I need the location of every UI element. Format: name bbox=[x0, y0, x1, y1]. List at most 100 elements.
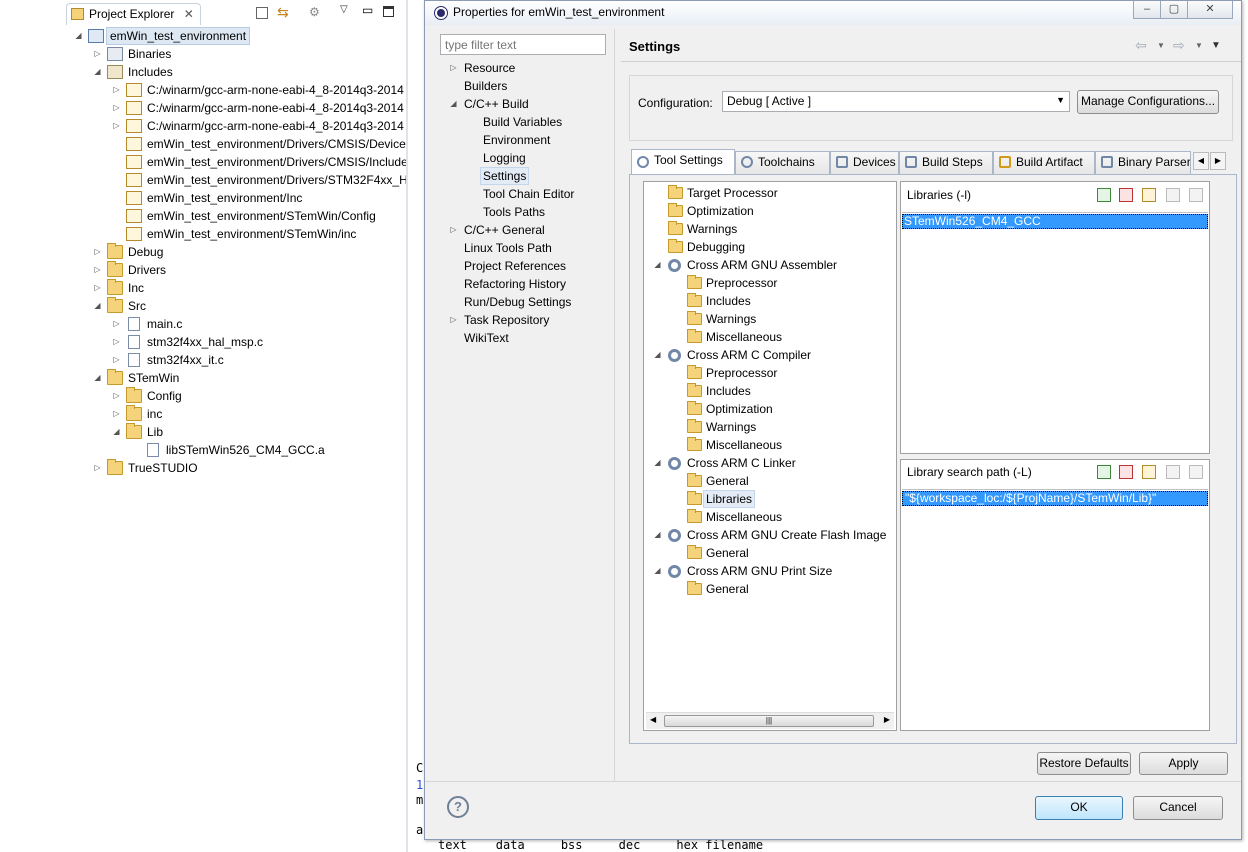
ok-button[interactable]: OK bbox=[1035, 796, 1123, 820]
minimize-icon[interactable]: ▭ bbox=[362, 3, 373, 17]
apply-button[interactable]: Apply bbox=[1139, 752, 1228, 775]
collapsed-twisty-icon[interactable]: ▷ bbox=[93, 279, 102, 297]
tab-devices[interactable]: Devices bbox=[830, 151, 899, 174]
tab-toolchains[interactable]: Toolchains bbox=[735, 151, 830, 174]
tree-item-debug[interactable]: ▷ Debug bbox=[0, 243, 406, 261]
tool-tree-item-general[interactable]: General bbox=[651, 472, 895, 490]
collapsed-twisty-icon[interactable]: ▷ bbox=[93, 261, 102, 279]
tab-project-explorer[interactable]: Project Explorer ✕ bbox=[66, 3, 201, 25]
expanded-twisty-icon[interactable]: ◢ bbox=[112, 423, 121, 441]
configuration-select[interactable]: Debug [ Active ] ▼ bbox=[722, 91, 1070, 112]
link-with-editor-icon[interactable]: ⇆ bbox=[277, 4, 289, 21]
edit-icon[interactable] bbox=[1142, 188, 1156, 202]
tree-item-truestudio[interactable]: ▷ TrueSTUDIO bbox=[0, 459, 406, 477]
collapse-all-icon[interactable] bbox=[256, 7, 268, 19]
tree-item-emwin-test-environment[interactable]: ◢ emWin_test_environment bbox=[0, 27, 406, 45]
help-icon[interactable]: ? bbox=[447, 796, 469, 818]
scroll-thumb[interactable]: ||| bbox=[664, 715, 874, 727]
collapsed-twisty-icon[interactable]: ▷ bbox=[112, 99, 121, 117]
tree-item-stm32f4xx-hal-msp-c[interactable]: ▷ stm32f4xx_hal_msp.c bbox=[0, 333, 406, 351]
restore-defaults-button[interactable]: Restore Defaults bbox=[1037, 752, 1131, 775]
scroll-left-icon[interactable]: ◀ bbox=[650, 715, 656, 724]
tool-tree-item-cross-arm-gnu-create-flash-image[interactable]: ◢ Cross ARM GNU Create Flash Image bbox=[651, 526, 895, 544]
move-down-icon[interactable] bbox=[1189, 188, 1203, 202]
close-icon[interactable]: ✕ bbox=[184, 7, 194, 21]
tree-item-emwin-test-environment-drivers-stm32f4xx-ha[interactable]: emWin_test_environment/Drivers/STM32F4xx… bbox=[0, 171, 406, 189]
tool-tree-item-debugging[interactable]: Debugging bbox=[651, 238, 895, 256]
tree-item-emwin-test-environment-stemwin-config[interactable]: emWin_test_environment/STemWin/Config bbox=[0, 207, 406, 225]
expanded-twisty-icon[interactable]: ◢ bbox=[653, 256, 662, 274]
edit-icon[interactable] bbox=[1142, 465, 1156, 479]
window-maximize-button[interactable]: ▢ bbox=[1160, 1, 1188, 19]
tool-tree-item-miscellaneous[interactable]: Miscellaneous bbox=[651, 508, 895, 526]
view-menu-icon[interactable]: ▽ bbox=[340, 4, 348, 15]
tree-item-libstemwin526-cm4-gcc-a[interactable]: libSTemWin526_CM4_GCC.a bbox=[0, 441, 406, 459]
window-close-button[interactable]: ✕ bbox=[1187, 1, 1233, 19]
nav-item-logging[interactable]: Logging bbox=[445, 149, 611, 167]
libsearch-item[interactable]: "${workspace_loc:/${ProjName}/STemWin/Li… bbox=[902, 491, 1208, 506]
tool-tree-item-general[interactable]: General bbox=[651, 580, 895, 598]
collapsed-twisty-icon[interactable]: ▷ bbox=[93, 45, 102, 63]
tab-scroll-right-icon[interactable]: ▶ bbox=[1210, 152, 1226, 170]
tool-tree-item-includes[interactable]: Includes bbox=[651, 382, 895, 400]
collapsed-twisty-icon[interactable]: ▷ bbox=[112, 387, 121, 405]
tool-tree-item-cross-arm-gnu-print-size[interactable]: ◢ Cross ARM GNU Print Size bbox=[651, 562, 895, 580]
collapsed-twisty-icon[interactable]: ▷ bbox=[449, 311, 458, 329]
tool-tree-item-warnings[interactable]: Warnings bbox=[651, 418, 895, 436]
tool-tree-item-preprocessor[interactable]: Preprocessor bbox=[651, 364, 895, 382]
collapsed-twisty-icon[interactable]: ▷ bbox=[112, 333, 121, 351]
move-down-icon[interactable] bbox=[1189, 465, 1203, 479]
expanded-twisty-icon[interactable]: ◢ bbox=[93, 297, 102, 315]
expanded-twisty-icon[interactable]: ◢ bbox=[93, 369, 102, 387]
nav-item-c-c-build[interactable]: ◢ C/C++ Build bbox=[445, 95, 611, 113]
collapsed-twisty-icon[interactable]: ▷ bbox=[112, 405, 121, 423]
tree-item-inc[interactable]: ▷ inc bbox=[0, 405, 406, 423]
tree-item-lib[interactable]: ◢ Lib bbox=[0, 423, 406, 441]
library-item[interactable]: STemWin526_CM4_GCC bbox=[902, 214, 1208, 229]
tree-item-emwin-test-environment-drivers-cmsis-device[interactable]: emWin_test_environment/Drivers/CMSIS/Dev… bbox=[0, 135, 406, 153]
back-menu-icon[interactable]: ▼ bbox=[1157, 41, 1165, 50]
collapsed-twisty-icon[interactable]: ▷ bbox=[112, 315, 121, 333]
manage-configurations-button[interactable]: Manage Configurations... bbox=[1077, 90, 1219, 114]
window-minimize-button[interactable]: – bbox=[1133, 1, 1161, 19]
filter-icon[interactable]: ⚙ bbox=[309, 5, 320, 19]
delete-icon[interactable] bbox=[1119, 465, 1133, 479]
collapsed-twisty-icon[interactable]: ▷ bbox=[112, 81, 121, 99]
tree-item-binaries[interactable]: ▷ Binaries bbox=[0, 45, 406, 63]
collapsed-twisty-icon[interactable]: ▷ bbox=[449, 221, 458, 239]
forward-menu-icon[interactable]: ▼ bbox=[1195, 41, 1203, 50]
nav-item-builders[interactable]: Builders bbox=[445, 77, 611, 95]
tool-tree-item-cross-arm-gnu-assembler[interactable]: ◢ Cross ARM GNU Assembler bbox=[651, 256, 895, 274]
maximize-icon[interactable] bbox=[383, 6, 394, 17]
tool-tree-item-optimization[interactable]: Optimization bbox=[651, 400, 895, 418]
back-icon[interactable]: ⇦ bbox=[1135, 37, 1147, 54]
tool-tree-item-libraries[interactable]: Libraries bbox=[651, 490, 895, 508]
tree-item-c-winarm-gcc-arm-none-eabi-4-8-2014q3-2014[interactable]: ▷ C:/winarm/gcc-arm-none-eabi-4_8-2014q3-… bbox=[0, 99, 406, 117]
tree-item-main-c[interactable]: ▷ main.c bbox=[0, 315, 406, 333]
nav-item-resource[interactable]: ▷ Resource bbox=[445, 59, 611, 77]
tool-tree-item-miscellaneous[interactable]: Miscellaneous bbox=[651, 328, 895, 346]
tab-tool-settings[interactable]: Tool Settings bbox=[631, 149, 735, 175]
tool-tree-item-warnings[interactable]: Warnings bbox=[651, 220, 895, 238]
nav-item-linux-tools-path[interactable]: Linux Tools Path bbox=[445, 239, 611, 257]
nav-item-tools-paths[interactable]: Tools Paths bbox=[445, 203, 611, 221]
tab-build-artifact[interactable]: Build Artifact bbox=[993, 151, 1095, 174]
nav-item-wikitext[interactable]: WikiText bbox=[445, 329, 611, 347]
expanded-twisty-icon[interactable]: ◢ bbox=[74, 27, 83, 45]
tab-build-steps[interactable]: Build Steps bbox=[899, 151, 993, 174]
expanded-twisty-icon[interactable]: ◢ bbox=[653, 454, 662, 472]
tab-scroll-left-icon[interactable]: ◀ bbox=[1193, 152, 1209, 170]
expanded-twisty-icon[interactable]: ◢ bbox=[449, 95, 458, 113]
nav-item-run-debug-settings[interactable]: Run/Debug Settings bbox=[445, 293, 611, 311]
collapsed-twisty-icon[interactable]: ▷ bbox=[449, 59, 458, 77]
expanded-twisty-icon[interactable]: ◢ bbox=[653, 562, 662, 580]
nav-item-refactoring-history[interactable]: Refactoring History bbox=[445, 275, 611, 293]
view-menu-chevron-icon[interactable]: ▼ bbox=[1211, 40, 1221, 51]
tree-item-inc[interactable]: ▷ Inc bbox=[0, 279, 406, 297]
scroll-right-icon[interactable]: ▶ bbox=[884, 715, 890, 724]
tree-item-src[interactable]: ◢ Src bbox=[0, 297, 406, 315]
tool-tree-item-cross-arm-c-linker[interactable]: ◢ Cross ARM C Linker bbox=[651, 454, 895, 472]
delete-icon[interactable] bbox=[1119, 188, 1133, 202]
collapsed-twisty-icon[interactable]: ▷ bbox=[112, 351, 121, 369]
tool-tree-item-warnings[interactable]: Warnings bbox=[651, 310, 895, 328]
